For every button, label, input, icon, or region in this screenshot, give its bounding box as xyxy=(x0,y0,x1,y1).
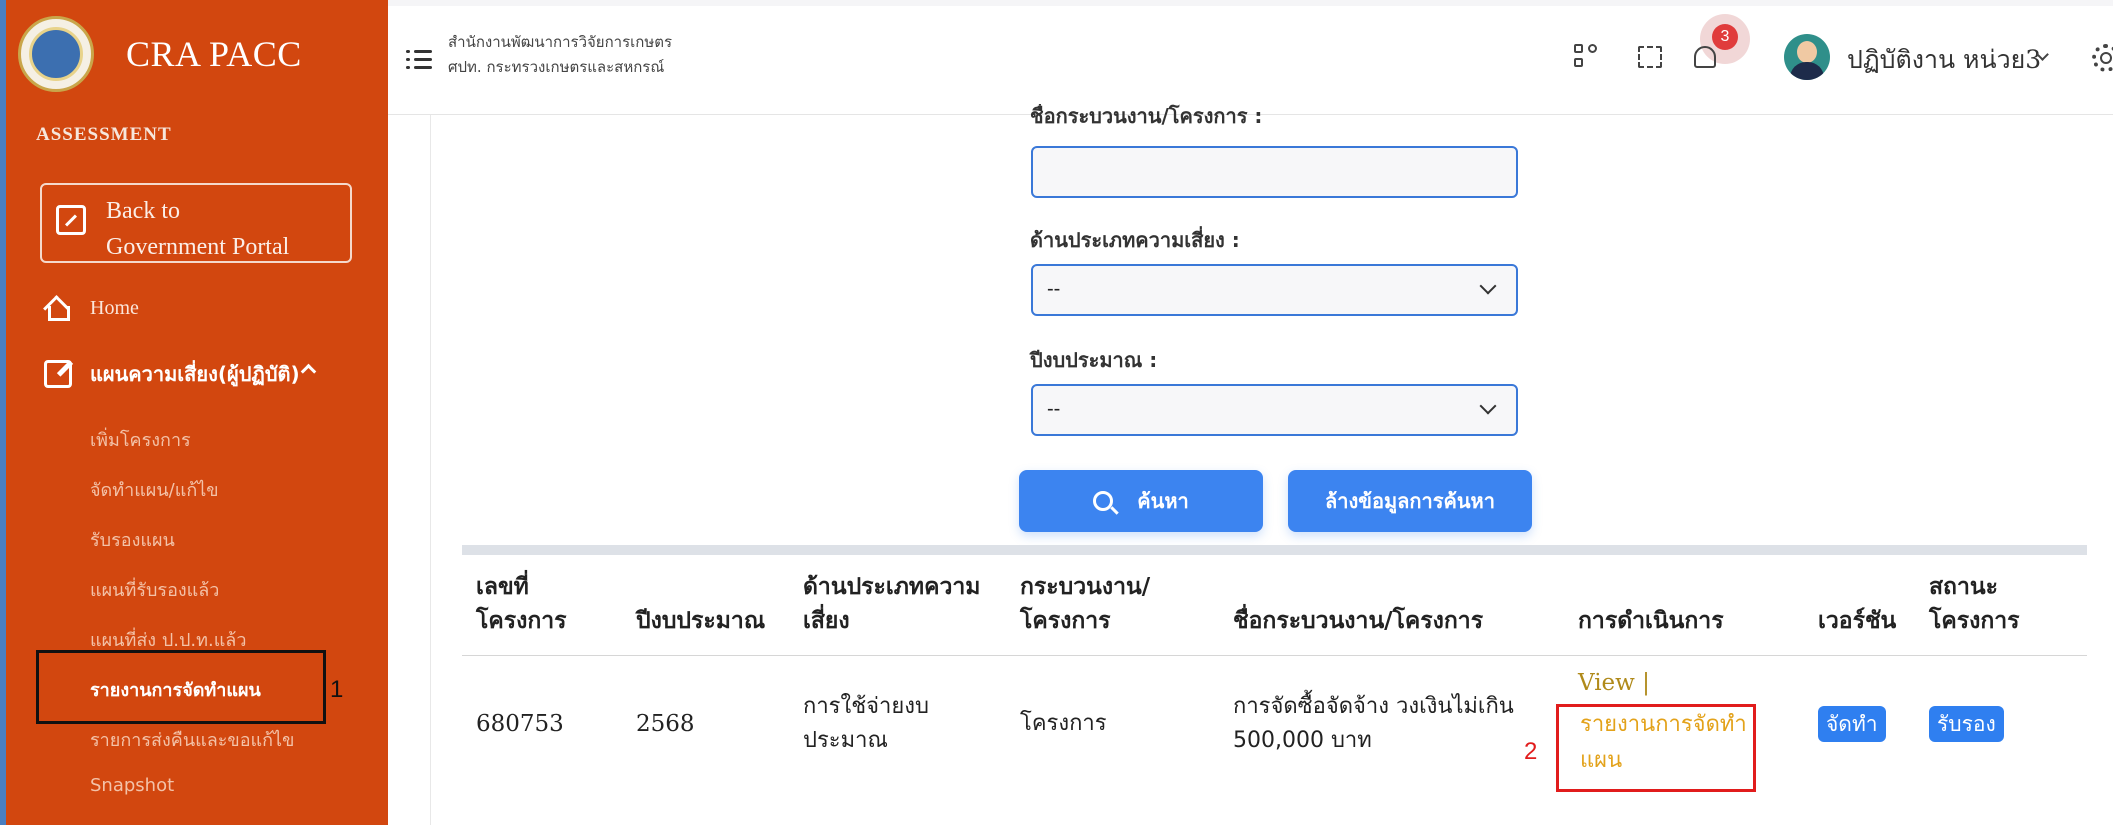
chevron-down-icon xyxy=(1479,277,1497,295)
gear-icon[interactable] xyxy=(2092,44,2113,72)
notification-badge: 3 xyxy=(1712,24,1738,50)
annotation-marker-1: 1 xyxy=(330,676,344,703)
th-action[interactable]: การดำเนินการ xyxy=(1578,604,1724,638)
back-to-portal-button[interactable]: Back to Government Portal xyxy=(40,183,352,263)
clear-search-button[interactable]: ล้างข้อมูลการค้นหา xyxy=(1288,470,1532,532)
table-header-divider xyxy=(462,655,2087,656)
chevron-down-icon xyxy=(1479,397,1497,415)
th-name[interactable]: ชื่อกระบวนงาน/โครงการ xyxy=(1233,604,1483,638)
sidebar-item-label: Home xyxy=(90,296,139,319)
chevron-up-icon xyxy=(300,363,317,380)
apps-icon[interactable] xyxy=(1574,44,1600,70)
cell-budget-year: 2568 xyxy=(636,711,695,737)
cell-risk-type: การใช้จ่ายงบ ประมาณ xyxy=(803,694,930,753)
sidebar-item-snapshot[interactable]: Snapshot xyxy=(90,775,174,796)
risk-type-select[interactable]: -- xyxy=(1031,264,1518,316)
annotation-box-2 xyxy=(1556,704,1756,792)
menu-toggle-icon[interactable] xyxy=(406,50,432,70)
cell-process: โครงการ xyxy=(1020,711,1107,736)
sidebar-group-label: แผนความเสี่ยง(ผู้ปฏิบัติ) xyxy=(90,362,300,386)
header-topline xyxy=(388,0,2113,6)
sidebar-item-returned-list[interactable]: รายการส่งคืนและขอแก้ไข xyxy=(90,725,294,754)
org-name: สำนักงานพัฒนาการวิจัยการเกษตร xyxy=(448,33,673,51)
user-menu-name[interactable]: ปฏิบัติงาน หน่วย3 xyxy=(1847,40,2041,80)
edit-icon xyxy=(44,360,72,388)
budget-year-select[interactable]: -- xyxy=(1031,384,1518,436)
table-top-bar xyxy=(462,545,2087,555)
sidebar-item-approved-plans[interactable]: แผนที่รับรองแล้ว xyxy=(90,575,219,604)
th-budget-year[interactable]: ปีงบประมาณ xyxy=(636,604,765,638)
home-icon xyxy=(44,296,70,321)
project-name-input[interactable] xyxy=(1031,146,1518,198)
sidebar-item-approve-plan[interactable]: รับรองแผน xyxy=(90,525,175,554)
brand-title: CRA PACC xyxy=(126,34,302,74)
external-link-icon xyxy=(56,205,86,235)
brand[interactable]: CRA PACC xyxy=(18,14,302,94)
budget-year-label: ปีงบประมาณ : xyxy=(1030,348,1158,372)
status-badge: รับรอง xyxy=(1929,706,2004,742)
view-link[interactable]: View | xyxy=(1578,670,1650,696)
avatar[interactable] xyxy=(1784,34,1830,80)
sidebar-item-add-project[interactable]: เพิ่มโครงการ xyxy=(90,425,191,454)
back-to-portal-label: Back to Government Portal xyxy=(106,198,290,260)
sidebar-group-risk-plan[interactable]: แผนความเสี่ยง(ผู้ปฏิบัติ) xyxy=(44,358,354,390)
th-project-no[interactable]: เลขที่ โครงการ xyxy=(476,570,567,638)
th-risk-type[interactable]: ด้านประเภทความ เสี่ยง xyxy=(803,570,980,638)
annotation-marker-2: 2 xyxy=(1524,738,1538,765)
search-icon xyxy=(1093,491,1114,511)
section-label: ASSESSMENT xyxy=(36,124,172,145)
th-status[interactable]: สถานะ โครงการ xyxy=(1929,570,2020,638)
version-badge: จัดทำ xyxy=(1818,706,1886,742)
sidebar-item-edit-plan[interactable]: จัดทำแผน/แก้ไข xyxy=(90,475,219,504)
cell-name: การจัดซื้อจัดจ้าง วงเงินไม่เกิน 500,000 บ… xyxy=(1233,694,1514,753)
logo-emblem xyxy=(18,16,94,92)
org-subname: ศปท. กระทรวงเกษตรและสหกรณ์ xyxy=(448,58,665,76)
th-process[interactable]: กระบวนงาน/โครงการ xyxy=(1020,570,1150,638)
annotation-box-1 xyxy=(36,650,326,724)
fullscreen-icon[interactable] xyxy=(1638,46,1662,68)
content-divider xyxy=(430,115,431,825)
cell-project-no: 680753 xyxy=(476,711,564,737)
project-name-label: ชื่อกระบวนงาน/โครงการ : xyxy=(1030,104,1263,128)
window-edge xyxy=(0,0,6,825)
bell-icon xyxy=(1694,46,1716,68)
th-version[interactable]: เวอร์ชัน xyxy=(1818,604,1896,638)
search-button[interactable]: ค้นหา xyxy=(1019,470,1263,532)
risk-type-label: ด้านประเภทความเสี่ยง : xyxy=(1030,228,1240,252)
sidebar-item-home[interactable]: Home xyxy=(44,296,139,321)
